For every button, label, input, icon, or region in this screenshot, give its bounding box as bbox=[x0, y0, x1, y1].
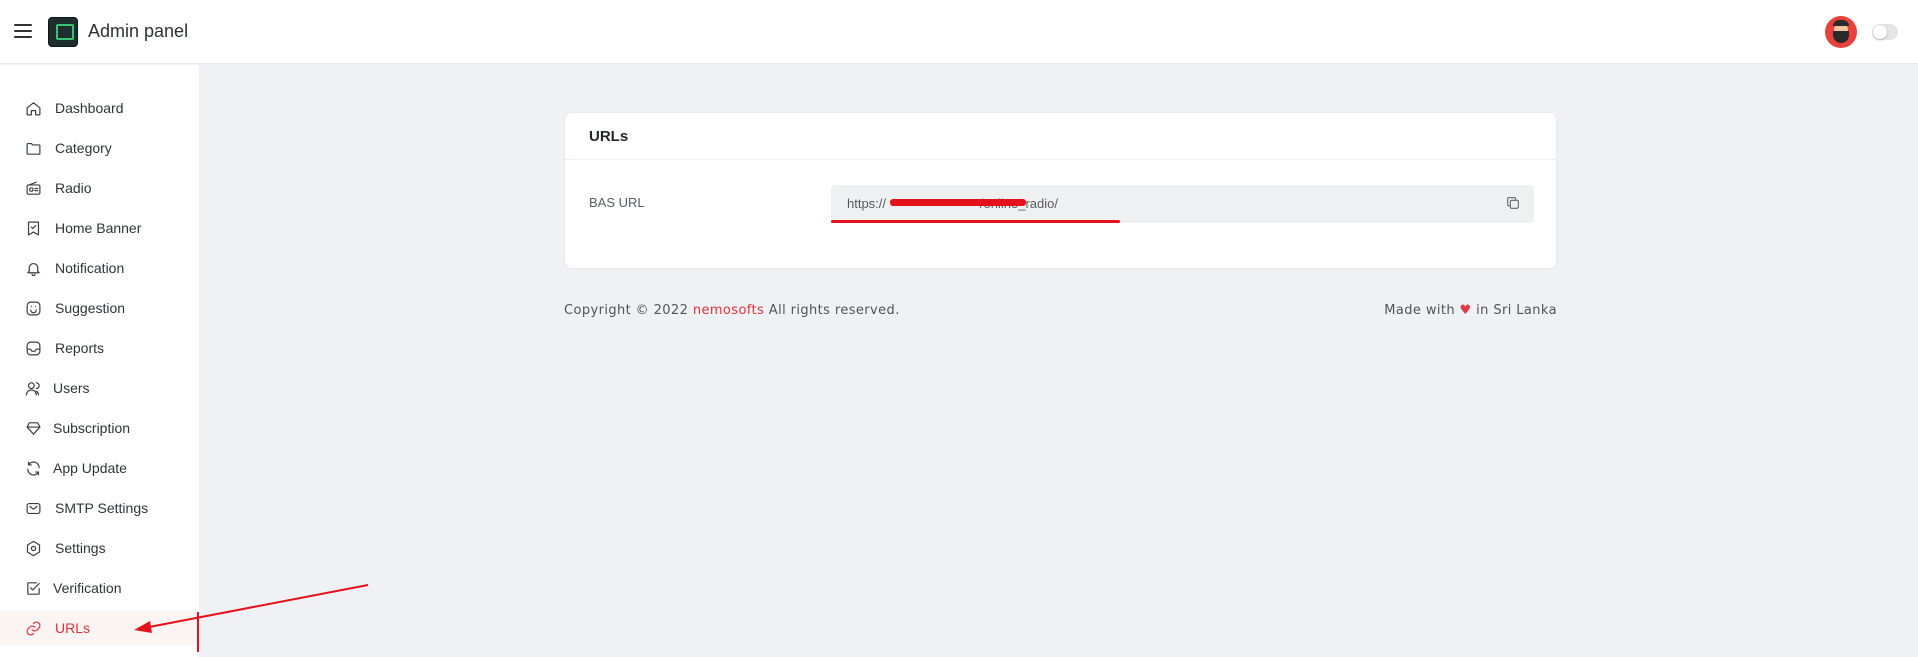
radio-logo-icon[interactable] bbox=[48, 17, 78, 47]
heart-icon: ♥ bbox=[1459, 303, 1472, 318]
home-icon bbox=[24, 99, 42, 117]
annotation-underline bbox=[831, 220, 1120, 223]
made-suffix: in Sri Lanka bbox=[1476, 303, 1557, 318]
sidebar-item-label: Reports bbox=[55, 340, 105, 356]
annotation-arrow bbox=[134, 584, 369, 652]
sidebar-item-verification[interactable]: Verification bbox=[0, 571, 199, 605]
sidebar-item-label: App Update bbox=[53, 460, 127, 476]
sidebar-item-label: Home Banner bbox=[55, 220, 142, 236]
sidebar-item-label: Category bbox=[55, 140, 112, 156]
sidebar-item-subscription[interactable]: Subscription bbox=[0, 411, 199, 445]
sidebar-item-label: SMTP Settings bbox=[55, 500, 149, 516]
gear-icon bbox=[24, 539, 42, 557]
sidebar-item-label: URLs bbox=[55, 620, 91, 636]
sidebar-item-suggestion[interactable]: Suggestion bbox=[0, 291, 199, 325]
sidebar-item-label: Radio bbox=[55, 180, 92, 196]
sidebar-item-reports[interactable]: Reports bbox=[0, 331, 199, 365]
app-title: Admin panel bbox=[88, 21, 189, 41]
sidebar-item-urls[interactable]: URLs bbox=[0, 611, 199, 645]
copy-icon[interactable] bbox=[1505, 195, 1523, 213]
sidebar-item-notification[interactable]: Notification bbox=[0, 251, 199, 285]
sidebar-item-label: Notification bbox=[55, 260, 125, 276]
folder-icon bbox=[24, 139, 42, 157]
sidebar: Dashboard Category Radio Home Banner Not… bbox=[0, 65, 199, 657]
link-icon bbox=[24, 619, 42, 637]
sidebar-item-home-banner[interactable]: Home Banner bbox=[0, 211, 199, 245]
card-title: URLs bbox=[565, 113, 1556, 160]
user-avatar[interactable] bbox=[1825, 16, 1857, 48]
radio-icon bbox=[24, 179, 42, 197]
sidebar-item-smtp-settings[interactable]: SMTP Settings bbox=[0, 491, 199, 525]
sidebar-item-app-update[interactable]: App Update bbox=[0, 451, 199, 485]
sidebar-item-users[interactable]: Users bbox=[0, 371, 199, 405]
made-prefix: Made with bbox=[1384, 303, 1455, 318]
checkbox-icon bbox=[24, 579, 42, 597]
sidebar-item-label: Settings bbox=[55, 540, 106, 556]
bas-url-field bbox=[831, 185, 1534, 223]
reports-icon bbox=[24, 339, 42, 357]
diamond-icon bbox=[24, 419, 42, 437]
hamburger-icon[interactable] bbox=[14, 24, 32, 40]
suggestion-icon bbox=[24, 299, 42, 317]
urls-card: URLs BAS URL bbox=[564, 112, 1557, 269]
refresh-icon bbox=[24, 459, 42, 477]
mail-icon bbox=[24, 499, 42, 517]
sidebar-item-dashboard[interactable]: Dashboard bbox=[0, 91, 199, 125]
copyright-suffix: All rights reserved. bbox=[768, 303, 900, 318]
sidebar-item-label: Dashboard bbox=[55, 100, 124, 116]
sidebar-item-label: Suggestion bbox=[55, 300, 126, 316]
sidebar-item-radio[interactable]: Radio bbox=[0, 171, 199, 205]
brand-link[interactable]: nemosofts bbox=[693, 303, 764, 318]
top-bar: Admin panel bbox=[0, 0, 1918, 64]
redaction-mark bbox=[890, 199, 1026, 206]
theme-toggle[interactable] bbox=[1872, 24, 1898, 40]
users-icon bbox=[24, 379, 42, 397]
bell-icon bbox=[24, 259, 42, 277]
sidebar-item-label: Subscription bbox=[53, 420, 131, 436]
banner-icon bbox=[24, 219, 42, 237]
sidebar-item-label: Users bbox=[53, 380, 90, 396]
footer-made-with: Made with ♥ in Sri Lanka bbox=[1384, 303, 1557, 318]
sidebar-item-category[interactable]: Category bbox=[0, 131, 199, 165]
bas-url-label: BAS URL bbox=[589, 195, 645, 210]
copyright-prefix: Copyright © 2022 bbox=[564, 303, 689, 318]
sidebar-item-label: Verification bbox=[53, 580, 122, 596]
sidebar-item-settings[interactable]: Settings bbox=[0, 531, 199, 565]
footer-copyright: Copyright © 2022 nemosofts All rights re… bbox=[564, 303, 900, 318]
